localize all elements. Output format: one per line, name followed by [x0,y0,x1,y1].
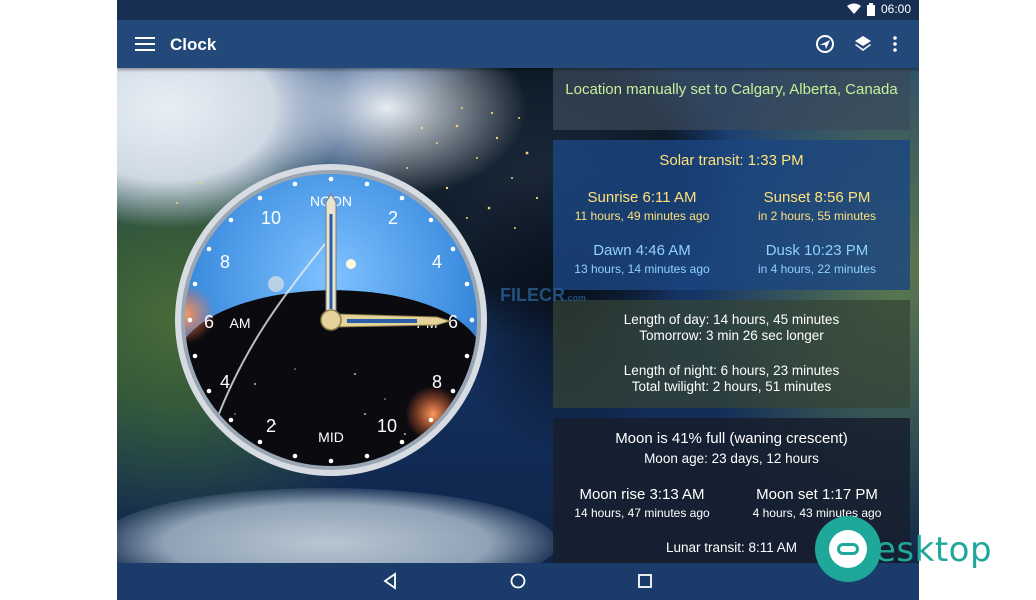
dawn-detail: 13 hours, 14 minutes ago [574,262,710,276]
sunrise-detail: 11 hours, 49 minutes ago [574,209,710,223]
navigation-icon[interactable] [815,34,835,54]
filecr-text: FILECR [500,285,565,305]
sun-clock[interactable]: NOON 2 4 6 8 10 MID 2 4 6 8 10 AM PM [175,164,487,476]
clock-hour-8-pm: 8 [432,372,442,392]
more-vert-icon[interactable] [885,34,905,54]
system-nav-bar [117,563,919,600]
filecr-watermark: FILECR.com [500,285,586,306]
wifi-icon [846,3,861,14]
brand-logo-icon [815,516,881,582]
filecr-sub: .com [565,293,587,303]
app-title: Clock [170,35,217,54]
back-icon[interactable] [381,571,401,591]
night-length: Length of night: 6 hours, 23 minutes [623,363,840,378]
daylength-panel: Length of day: 14 hours, 45 minutes Tomo… [553,300,910,408]
home-icon[interactable] [508,571,528,591]
clock-hour-10-am: 10 [261,208,281,228]
clock-label-mid: MID [318,429,344,445]
moon-rise-detail: 14 hours, 47 minutes ago [574,506,710,520]
desktop-brand-watermark: esktop [815,516,1025,584]
sunset-detail: in 2 hours, 55 minutes [757,209,877,223]
info-panels: Location manually set to Calgary, Albert… [553,68,910,563]
dawn-label: Dawn 4:46 AM [593,242,691,259]
clock-hour-8-am: 8 [220,252,230,272]
clock-face: NOON 2 4 6 8 10 MID 2 4 6 8 10 AM PM [175,164,487,476]
clock-hour-4-am: 4 [220,372,230,392]
layers-icon[interactable] [853,34,873,54]
dusk-detail: in 4 hours, 22 minutes [757,262,877,276]
moon-phase: Moon is 41% full (waning crescent) [615,430,848,447]
dawn-cell: Dawn 4:46 AM 13 hours, 14 minutes ago [553,242,731,276]
solar-transit: Solar transit: 1:33 PM [659,152,804,169]
clock-hour-6-pm: 6 [448,312,458,332]
moon-age: Moon age: 23 days, 12 hours [644,451,819,466]
clock-hour-10-pm: 10 [377,416,397,436]
clock-label-am: AM [230,315,251,331]
tomorrow-change: Tomorrow: 3 min 26 sec longer [639,328,824,343]
dusk-label: Dusk 10:23 PM [765,242,869,259]
location-text: Location manually set to Calgary, Albert… [565,81,898,98]
location-panel[interactable]: Location manually set to Calgary, Albert… [553,68,910,130]
app-bar: Clock [117,20,919,68]
brand-text: esktop [875,530,993,570]
sunrise-label: Sunrise 6:11 AM [587,189,697,206]
sun-panel: Solar transit: 1:33 PM Sunrise 6:11 AM 1… [553,140,910,290]
clock-hour-2-pm: 2 [388,208,398,228]
moon-rise-label: Moon rise 3:13 AM [579,486,705,503]
clock-hour-6-am: 6 [204,312,214,332]
total-twilight: Total twilight: 2 hours, 51 minutes [631,379,832,394]
sunset-cell: Sunset 8:56 PM in 2 hours, 55 minutes [728,189,906,223]
sunset-label: Sunset 8:56 PM [763,189,871,206]
battery-icon [866,2,875,16]
recents-icon[interactable] [635,571,655,591]
status-bar: 06:00 [117,0,919,20]
clock-hour-4-pm: 4 [432,252,442,272]
sunrise-cell: Sunrise 6:11 AM 11 hours, 49 minutes ago [553,189,731,223]
menu-icon[interactable] [135,34,155,54]
dusk-cell: Dusk 10:23 PM in 4 hours, 22 minutes [728,242,906,276]
moon-set-cell: Moon set 1:17 PM 4 hours, 43 minutes ago [728,486,906,520]
day-length: Length of day: 14 hours, 45 minutes [623,312,840,327]
status-time: 06:00 [880,2,911,16]
moon-rise-cell: Moon rise 3:13 AM 14 hours, 47 minutes a… [553,486,731,520]
clock-hour-2-am: 2 [266,416,276,436]
moon-set-label: Moon set 1:17 PM [756,486,878,503]
